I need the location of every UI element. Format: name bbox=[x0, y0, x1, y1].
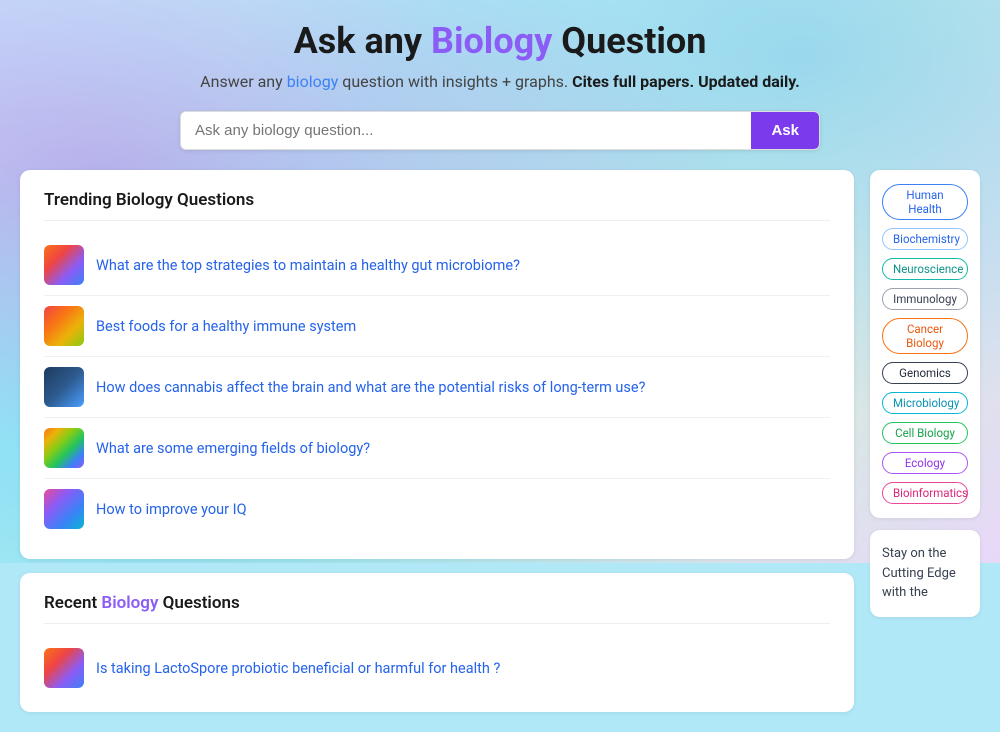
subtitle-post: question with insights + graphs. bbox=[338, 72, 572, 91]
question-icon-2 bbox=[44, 306, 84, 346]
recent-pre: Recent bbox=[44, 593, 101, 613]
tag-neuroscience[interactable]: Neuroscience bbox=[882, 258, 968, 280]
tag-ecology[interactable]: Ecology bbox=[882, 452, 968, 474]
recent-title: Recent Biology Questions bbox=[44, 593, 830, 624]
title-post: Question bbox=[552, 20, 706, 62]
trending-question-list: What are the top strategies to maintain … bbox=[44, 235, 830, 539]
recent-highlight: Biology bbox=[101, 593, 158, 613]
question-icon-5 bbox=[44, 489, 84, 529]
recent-question-list: Is taking LactoSpore probiotic beneficia… bbox=[44, 638, 830, 692]
trending-title: Trending Biology Questions bbox=[44, 190, 830, 221]
tag-microbiology[interactable]: Microbiology bbox=[882, 392, 968, 414]
hero-title: Ask any Biology Question bbox=[200, 20, 800, 62]
tag-cell-biology[interactable]: Cell Biology bbox=[882, 422, 968, 444]
sidebar: Human Health Biochemistry Neuroscience I… bbox=[870, 170, 980, 617]
hero-subtitle: Answer any biology question with insight… bbox=[200, 72, 800, 91]
tag-human-health[interactable]: Human Health bbox=[882, 184, 968, 220]
list-item: How does cannabis affect the brain and w… bbox=[44, 357, 830, 418]
subtitle-pre: Answer any bbox=[200, 72, 287, 91]
question-link-2[interactable]: Best foods for a healthy immune system bbox=[96, 318, 356, 335]
recent-icon-1 bbox=[44, 648, 84, 688]
ask-button[interactable]: Ask bbox=[751, 112, 819, 149]
question-link-1[interactable]: What are the top strategies to maintain … bbox=[96, 257, 520, 274]
tags-card: Human Health Biochemistry Neuroscience I… bbox=[870, 170, 980, 518]
cta-card: Stay on the Cutting Edge with the bbox=[870, 530, 980, 617]
subtitle-biology-link[interactable]: biology bbox=[287, 72, 339, 91]
tag-immunology[interactable]: Immunology bbox=[882, 288, 968, 310]
question-icon-4 bbox=[44, 428, 84, 468]
question-icon-1 bbox=[44, 245, 84, 285]
main-column: Trending Biology Questions What are the … bbox=[20, 170, 854, 712]
tag-cancer-biology[interactable]: Cancer Biology bbox=[882, 318, 968, 354]
tag-biochemistry[interactable]: Biochemistry bbox=[882, 228, 968, 250]
cta-text: Stay on the Cutting Edge with the bbox=[882, 544, 968, 603]
question-link-4[interactable]: What are some emerging fields of biology… bbox=[96, 440, 370, 457]
hero-section: Ask any Biology Question Answer any biol… bbox=[160, 20, 840, 91]
question-link-5[interactable]: How to improve your IQ bbox=[96, 501, 247, 518]
list-item: What are the top strategies to maintain … bbox=[44, 235, 830, 296]
list-item: Is taking LactoSpore probiotic beneficia… bbox=[44, 638, 830, 692]
tag-bioinformatics[interactable]: Bioinformatics bbox=[882, 482, 968, 504]
search-bar: Ask bbox=[180, 111, 820, 150]
list-item: What are some emerging fields of biology… bbox=[44, 418, 830, 479]
recent-link-1[interactable]: Is taking LactoSpore probiotic beneficia… bbox=[96, 660, 500, 677]
recent-card: Recent Biology Questions Is taking Lacto… bbox=[20, 573, 854, 712]
list-item: Best foods for a healthy immune system bbox=[44, 296, 830, 357]
list-item: How to improve your IQ bbox=[44, 479, 830, 539]
title-pre: Ask any bbox=[294, 20, 431, 62]
tag-genomics[interactable]: Genomics bbox=[882, 362, 968, 384]
trending-card: Trending Biology Questions What are the … bbox=[20, 170, 854, 559]
search-input[interactable] bbox=[181, 112, 751, 149]
question-icon-3 bbox=[44, 367, 84, 407]
title-highlight: Biology bbox=[431, 20, 552, 62]
subtitle-bold: Cites full papers. Updated daily. bbox=[572, 72, 800, 91]
recent-post: Questions bbox=[158, 593, 239, 613]
main-layout: Trending Biology Questions What are the … bbox=[20, 170, 980, 712]
question-link-3[interactable]: How does cannabis affect the brain and w… bbox=[96, 379, 645, 396]
page-content: Ask any Biology Question Answer any biol… bbox=[0, 0, 1000, 732]
